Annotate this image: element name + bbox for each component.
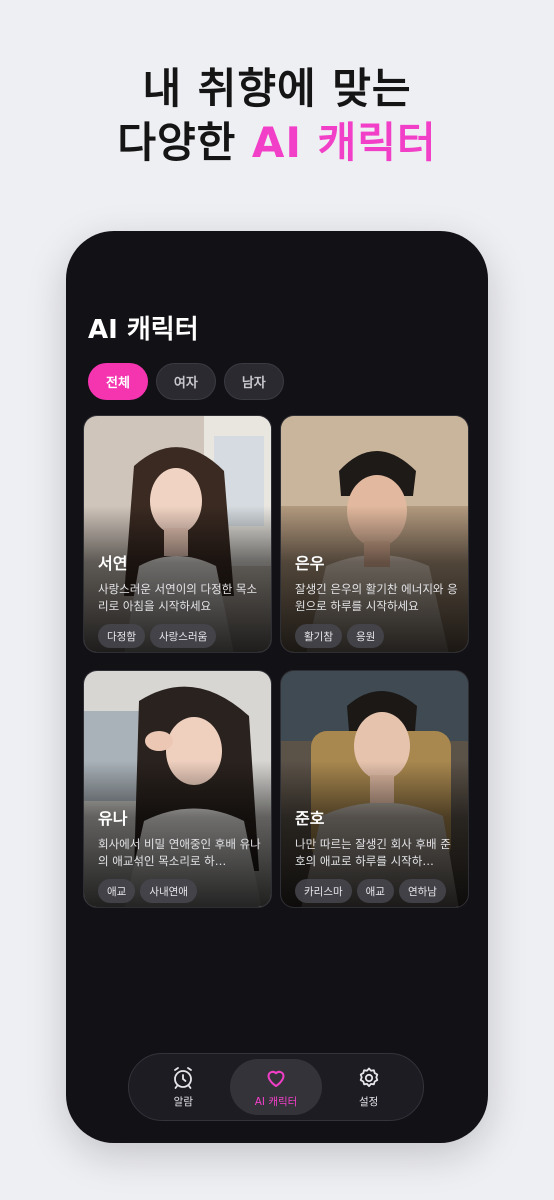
character-tag: 응원	[346, 624, 385, 648]
headline-accent: AI 캐릭터	[251, 118, 437, 167]
page-title: AI 캐릭터	[88, 315, 199, 345]
character-description: 회사에서 비밀 연애중인 후배 유나의 애교섞인 목소리로 하…	[98, 837, 261, 868]
character-card-eunwoo[interactable]: 은우 잘생긴 은우의 활기찬 에너지와 응원으로 하루를 시작하세요 활기참 응…	[280, 415, 469, 653]
character-tag: 사내연애	[140, 879, 197, 903]
heart-icon	[267, 1070, 285, 1087]
headline-prefix: 다양한	[117, 118, 252, 167]
tab-settings[interactable]: 설정	[322, 1059, 415, 1115]
character-tag: 카리스마	[295, 879, 352, 903]
tab-ai-character[interactable]: AI 캐릭터	[229, 1059, 323, 1115]
tab-label: 알람	[173, 1095, 193, 1108]
bottom-tab-bar: 알람 AI 캐릭터 설정	[128, 1053, 424, 1121]
character-name: 은우	[295, 554, 325, 573]
character-description: 나만 따르는 잘생긴 회사 후배 준호의 애교로 하루를 시작하…	[295, 837, 451, 868]
promo-headline: 내 취향에 맞는 다양한 AI 캐릭터	[0, 62, 554, 170]
phone-mockup: AI 캐릭터 전체 여자 남자 서연 사랑스러운 서연이의 다정한 목소리로 아…	[66, 231, 488, 1143]
character-description: 잘생긴 은우의 활기찬 에너지와 응원으로 하루를 시작하세요	[295, 582, 458, 613]
character-card-seoyeon[interactable]: 서연 사랑스러운 서연이의 다정한 목소리로 아침을 시작하세요 다정함 사랑스…	[83, 415, 272, 653]
character-tag: 사랑스러움	[149, 624, 217, 648]
character-name: 서연	[98, 554, 128, 573]
tab-label: AI 캐릭터	[254, 1095, 298, 1108]
character-grid: 서연 사랑스러운 서연이의 다정한 목소리로 아침을 시작하세요 다정함 사랑스…	[83, 415, 469, 908]
filter-chips: 전체 여자 남자	[88, 363, 284, 400]
filter-all-chip[interactable]: 전체	[88, 363, 148, 400]
alarm-clock-icon	[174, 1066, 193, 1089]
gear-icon	[359, 1067, 378, 1087]
character-card-yuna[interactable]: 유나 회사에서 비밀 연애중인 후배 유나의 애교섞인 목소리로 하… 애교 사…	[83, 670, 272, 908]
character-name: 준호	[295, 809, 325, 828]
character-tag: 애교	[98, 879, 136, 903]
headline-line-1: 내 취향에 맞는	[142, 64, 412, 113]
character-tag: 활기참	[295, 624, 342, 648]
character-tag: 연하남	[398, 879, 446, 903]
character-description: 사랑스러운 서연이의 다정한 목소리로 아침을 시작하세요	[98, 582, 258, 613]
character-tag: 다정함	[98, 624, 145, 648]
character-tag: 애교	[356, 879, 394, 903]
character-card-junho[interactable]: 준호 나만 따르는 잘생긴 회사 후배 준호의 애교로 하루를 시작하… 카리스…	[280, 670, 469, 908]
filter-female-chip[interactable]: 여자	[155, 363, 216, 400]
filter-male-chip[interactable]: 남자	[223, 363, 284, 400]
headline-line-2: 다양한 AI 캐릭터	[0, 116, 554, 170]
tab-alarm[interactable]: 알람	[137, 1059, 230, 1115]
character-name: 유나	[98, 809, 128, 828]
tab-label: 설정	[359, 1095, 379, 1108]
